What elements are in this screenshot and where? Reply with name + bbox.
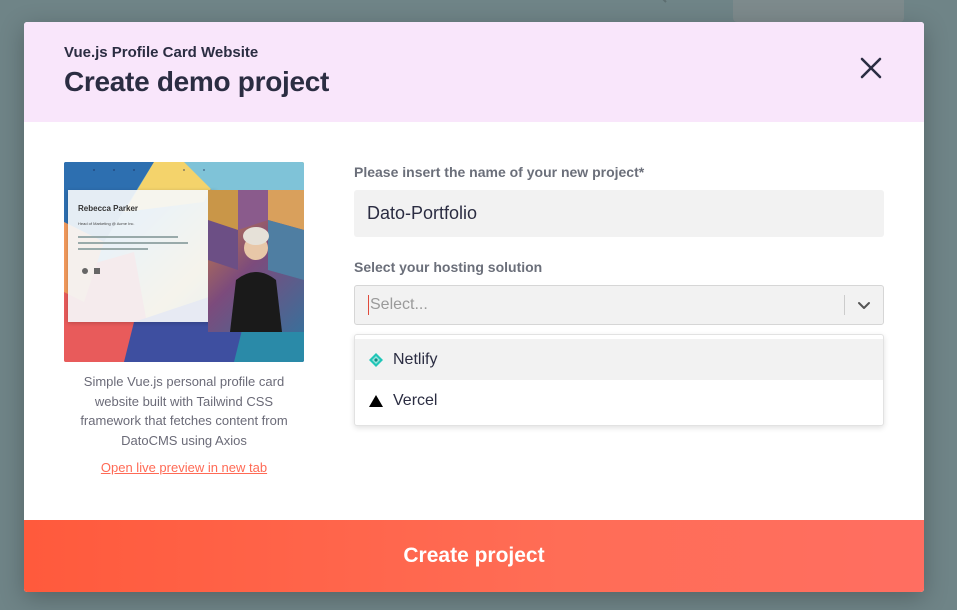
hosting-label: Select your hosting solution xyxy=(354,259,543,275)
chevron-down-icon[interactable] xyxy=(855,296,873,314)
hosting-select-placeholder: Select... xyxy=(370,296,428,313)
create-demo-project-modal: Vue.js Profile Card Website Create demo … xyxy=(24,22,924,592)
modal-header: Vue.js Profile Card Website Create demo … xyxy=(24,22,924,122)
background-button xyxy=(733,0,904,22)
project-name-label: Please insert the name of your new proje… xyxy=(354,164,645,180)
profile-card-role: Head of Marketing @ Acme Inc. xyxy=(78,221,135,226)
option-vercel[interactable]: Vercel xyxy=(355,380,883,421)
project-preview-image: Rebecca Parker Head of Marketing @ Acme … xyxy=(64,162,304,362)
profile-photo-mock xyxy=(208,190,304,332)
project-name-value: Dato-Portfolio xyxy=(367,203,478,223)
hosting-select[interactable]: Select... xyxy=(354,285,884,325)
create-project-button[interactable]: Create project xyxy=(24,520,924,592)
profile-card-name: Rebecca Parker xyxy=(78,204,139,213)
hosting-dropdown-menu: Netlify Vercel xyxy=(354,334,884,426)
close-icon[interactable] xyxy=(858,55,884,81)
modal-subtitle: Vue.js Profile Card Website xyxy=(64,44,259,61)
vercel-icon xyxy=(368,393,384,409)
project-preview: Rebecca Parker Head of Marketing @ Acme … xyxy=(64,162,304,475)
netlify-icon xyxy=(368,352,384,368)
open-live-preview-link[interactable]: Open live preview in new tab xyxy=(64,460,304,475)
profile-card-text-lines xyxy=(78,236,206,250)
modal-title: Create demo project xyxy=(64,66,330,97)
profile-card-mock: Rebecca Parker Head of Marketing @ Acme … xyxy=(68,190,216,322)
option-vercel-label: Vercel xyxy=(393,391,438,409)
project-description: Simple Vue.js personal profile card webs… xyxy=(80,374,288,448)
option-netlify[interactable]: Netlify xyxy=(355,339,883,380)
modal-body: Rebecca Parker Head of Marketing @ Acme … xyxy=(24,122,924,520)
project-form: Please insert the name of your new proje… xyxy=(354,162,884,426)
project-name-input[interactable]: Dato-Portfolio xyxy=(354,190,884,237)
background-search-icon xyxy=(662,0,667,3)
profile-card-social-icons xyxy=(82,268,100,274)
option-netlify-label: Netlify xyxy=(393,350,438,368)
select-separator xyxy=(844,295,845,315)
text-cursor xyxy=(368,295,369,315)
